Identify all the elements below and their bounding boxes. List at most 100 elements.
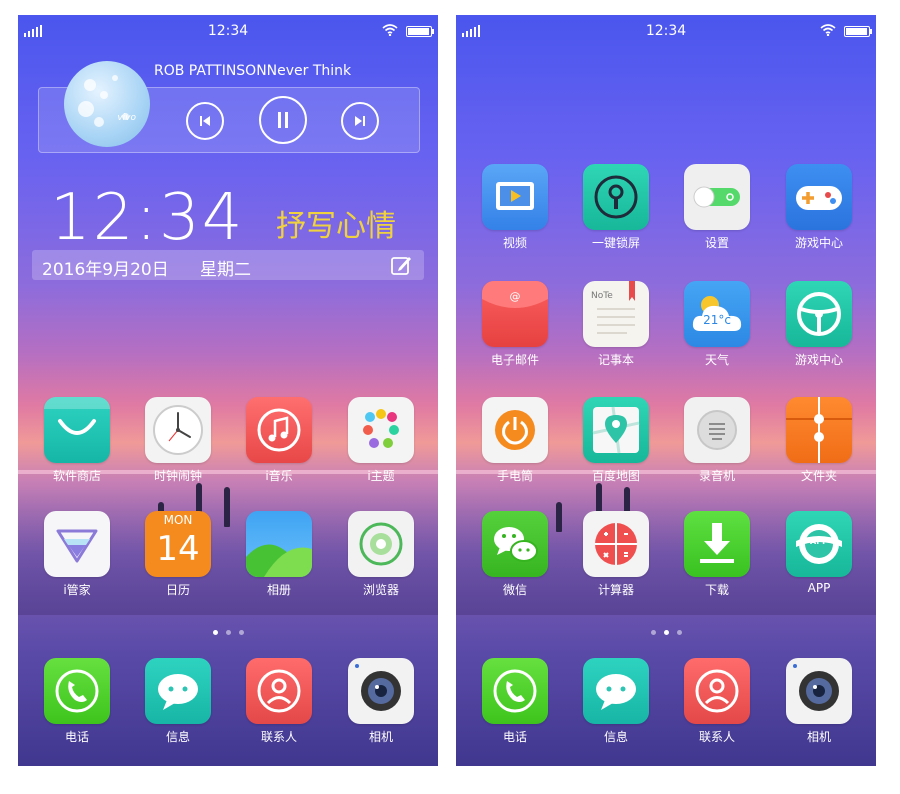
page-dot[interactable] — [225, 630, 231, 635]
pause-button[interactable] — [259, 96, 307, 144]
app-settings[interactable]: 设置 — [675, 164, 759, 251]
phone-icon — [44, 658, 110, 724]
app-music[interactable]: i音乐 — [237, 397, 321, 484]
app-download[interactable]: 下载 — [675, 511, 759, 598]
notepad-icon: NoTe — [583, 281, 649, 347]
skip-back-icon — [200, 116, 210, 126]
app-label: 电子邮件 — [490, 353, 539, 367]
app-lock-screen[interactable]: 一键锁屏 — [574, 164, 658, 251]
app-calculator[interactable]: 计算器 — [574, 511, 658, 598]
app-theme[interactable]: i主题 — [339, 397, 423, 484]
page-dot[interactable] — [663, 630, 669, 635]
page-dot[interactable] — [212, 630, 218, 635]
song-title: ROB PATTINSONNever Think — [154, 63, 352, 79]
next-track-button[interactable] — [341, 102, 379, 140]
app-imanager[interactable]: i管家 — [35, 511, 119, 598]
app-label: 游戏中心 — [794, 236, 843, 250]
weather-cloud-icon: 21°c — [684, 281, 750, 347]
app-badge-text: APP — [810, 537, 828, 546]
wifi-icon — [382, 24, 398, 40]
app-label: 相机 — [806, 730, 831, 744]
app-game-center[interactable]: 游戏中心 — [777, 164, 861, 251]
app-label: 手电筒 — [496, 469, 533, 483]
map-pin-icon — [583, 397, 649, 463]
app-label: APP — [807, 581, 831, 595]
previous-track-button[interactable] — [186, 102, 224, 140]
dock-camera[interactable]: 相机 — [777, 658, 861, 745]
message-icon — [583, 658, 649, 724]
dock-phone[interactable]: 电话 — [35, 658, 119, 745]
app-game-center-2[interactable]: 游戏中心 — [777, 281, 861, 368]
app-label: 软件商店 — [52, 469, 101, 483]
weather-temp: 21°c — [703, 313, 731, 327]
app-label: 日历 — [165, 583, 190, 597]
page-indicator — [18, 620, 438, 639]
page-indicator — [456, 620, 876, 639]
hills-icon — [246, 511, 312, 577]
app-folder[interactable]: 文件夹 — [777, 397, 861, 484]
app-weather[interactable]: 21°c 天气 — [675, 281, 759, 368]
edit-icon[interactable] — [390, 254, 412, 280]
status-bar: 12:34 — [18, 15, 438, 45]
camera-icon — [348, 658, 414, 724]
dock-contacts[interactable]: 联系人 — [675, 658, 759, 745]
app-label: 电话 — [64, 730, 89, 744]
app-label: 视频 — [502, 236, 527, 250]
app-label: i管家 — [63, 583, 91, 597]
app-video[interactable]: 视频 — [473, 164, 557, 251]
message-icon — [145, 658, 211, 724]
svg-text:@: @ — [510, 290, 521, 303]
app-label: 联系人 — [698, 730, 735, 744]
camera-icon — [786, 658, 852, 724]
dock-contacts[interactable]: 联系人 — [237, 658, 321, 745]
status-time: 12:34 — [645, 23, 687, 39]
power-icon — [482, 397, 548, 463]
app-gallery[interactable]: 相册 — [237, 511, 321, 598]
album-art[interactable]: vivo — [64, 61, 150, 147]
envelope-icon: @ — [482, 281, 548, 347]
mood-text[interactable]: 抒写心情 — [276, 201, 396, 245]
status-time: 12:34 — [207, 23, 249, 39]
battery-icon — [844, 26, 872, 37]
weekday-text: 星期二 — [200, 260, 251, 280]
app-email[interactable]: @ 电子邮件 — [473, 281, 557, 368]
app-app-store[interactable]: APP APP — [777, 511, 861, 595]
app-recorder[interactable]: 录音机 — [675, 397, 759, 484]
app-browser[interactable]: 浏览器 — [339, 511, 423, 598]
calculator-icon — [583, 511, 649, 577]
pause-icon — [278, 112, 288, 128]
battery-icon — [406, 26, 434, 37]
video-icon — [482, 164, 548, 230]
skip-forward-icon — [355, 116, 365, 126]
app-calendar[interactable]: MON 14 日历 — [136, 511, 220, 598]
page-dot[interactable] — [676, 630, 682, 635]
status-bar: 12:34 — [456, 15, 876, 45]
dock-camera[interactable]: 相机 — [339, 658, 423, 745]
app-baidu-map[interactable]: 百度地图 — [574, 397, 658, 484]
app-clock[interactable]: 时钟闹钟 — [136, 397, 220, 484]
shopping-bag-icon — [44, 397, 110, 463]
phone-icon — [482, 658, 548, 724]
page-dot[interactable] — [650, 630, 656, 635]
right-home-screen: 12:34 视频 一键锁屏 设置 游戏中心 @ 电子邮件 NoTe 记事本 21… — [456, 15, 876, 766]
app-label: i主题 — [367, 469, 395, 483]
dock-messages[interactable]: 信息 — [136, 658, 220, 745]
app-flashlight[interactable]: 手电筒 — [473, 397, 557, 484]
clock-widget-time[interactable]: 12:34 — [50, 181, 244, 255]
left-home-screen: 12:34 vivo ROB PATTINSONNever Think 12:3… — [18, 15, 438, 766]
page-dot[interactable] — [238, 630, 244, 635]
app-label: 记事本 — [597, 353, 634, 367]
app-notepad[interactable]: NoTe 记事本 — [574, 281, 658, 368]
calendar-month: MON — [163, 513, 193, 527]
dock-messages[interactable]: 信息 — [574, 658, 658, 745]
music-note-icon — [246, 397, 312, 463]
app-wechat[interactable]: 微信 — [473, 511, 557, 598]
app-label: 微信 — [502, 583, 527, 597]
calendar-day: 14 — [156, 529, 200, 569]
app-label: 游戏中心 — [794, 353, 843, 367]
app-label: i音乐 — [265, 469, 293, 483]
app-label: 信息 — [603, 730, 628, 744]
app-label: 下载 — [704, 583, 729, 597]
app-software-store[interactable]: 软件商店 — [35, 397, 119, 484]
dock-phone[interactable]: 电话 — [473, 658, 557, 745]
